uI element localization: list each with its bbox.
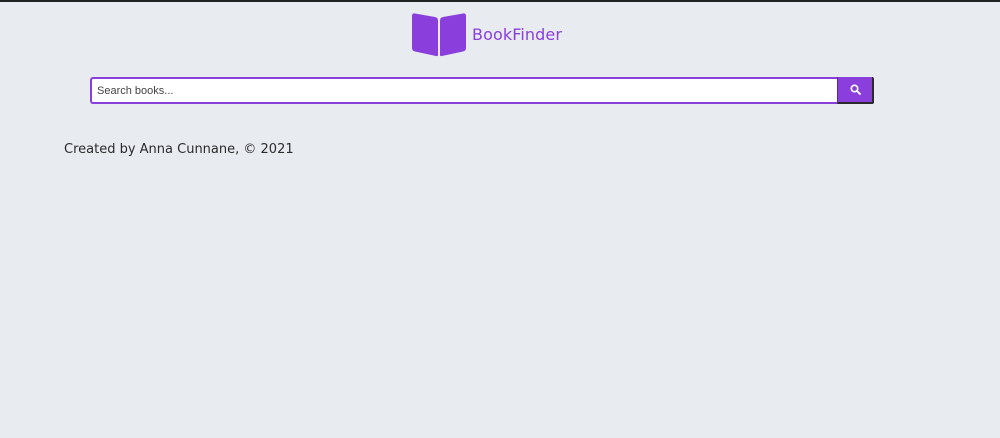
window-top-border	[0, 0, 1000, 2]
search-button[interactable]	[837, 77, 874, 104]
search-icon	[849, 84, 861, 95]
site-header: BookFinder	[410, 12, 562, 57]
open-book-icon	[412, 13, 466, 57]
search-form	[90, 77, 874, 104]
search-input[interactable]	[90, 77, 837, 104]
footer-credit: Created by Anna Cunnane, © 2021	[64, 142, 294, 157]
site-title[interactable]: BookFinder	[472, 25, 562, 44]
